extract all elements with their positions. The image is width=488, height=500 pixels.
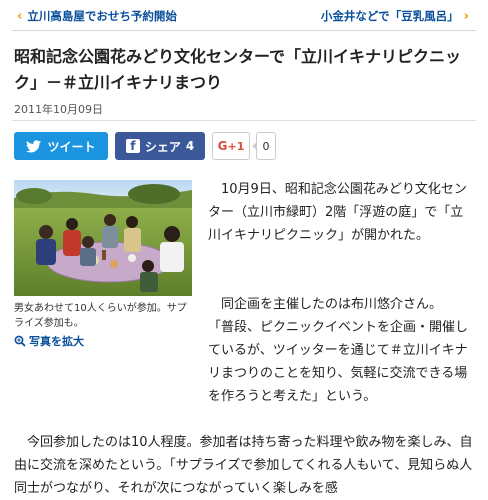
prev-article-label: 立川高島屋でおせち予約開始	[27, 9, 177, 23]
body-paragraph: 今回参加したのは10人程度。参加者は持ち寄った料理や飲み物を楽しみ、自由に交流を…	[14, 435, 473, 496]
paragraph-text: 「普段、ピクニックイベントを企画・開催しているが、ツイッターを通じて＃立川イキナ…	[208, 320, 469, 404]
share-count: 4	[185, 139, 195, 153]
tweet-button[interactable]: ツイート	[14, 132, 108, 160]
article-photo[interactable]	[14, 180, 192, 296]
gplus-label: +1	[227, 139, 245, 153]
chevron-left-icon: ‹	[17, 8, 23, 24]
gplus-button[interactable]: G +1	[212, 132, 250, 160]
facebook-share-button[interactable]: f シェア 4	[115, 132, 205, 160]
divider	[12, 120, 476, 121]
body-paragraph: 10月9日、昭和記念公園花みどり文化センター（立川市緑町）2階「浮遊の庭」で「立…	[208, 182, 467, 243]
gplus-icon: G	[217, 139, 228, 153]
body-paragraph: 同企画を主催したのは布川悠介さん。 「普段、ピクニックイベントを企画・開催してい…	[14, 293, 478, 408]
article-nav: ‹ 立川高島屋でおせち予約開始 小金井などで「豆乳風呂」 ›	[0, 0, 488, 34]
prev-article-link[interactable]: ‹ 立川高島屋でおせち予約開始	[12, 8, 177, 24]
article-date: 2011年10月09日	[14, 103, 103, 116]
gplus-count: 0	[262, 139, 270, 153]
divider	[12, 30, 476, 31]
paragraph-lead: 同企画を主催したのは布川悠介さん。	[221, 297, 443, 312]
article-title: 昭和記念公園花みどり文化センターで「立川イキナリピクニック」－＃立川イキナリまつ…	[14, 47, 462, 92]
chevron-right-icon: ›	[463, 8, 469, 24]
gplus-count-badge: 0	[252, 132, 276, 160]
twitter-bird-icon	[26, 139, 42, 152]
next-article-label: 小金井などで「豆乳風呂」	[320, 9, 459, 23]
picnic-photo-image	[14, 180, 192, 296]
tweet-label: ツイート	[47, 139, 96, 154]
next-article-link[interactable]: 小金井などで「豆乳風呂」 ›	[321, 8, 474, 24]
facebook-icon: f	[125, 139, 140, 153]
share-label: シェア	[144, 139, 181, 154]
